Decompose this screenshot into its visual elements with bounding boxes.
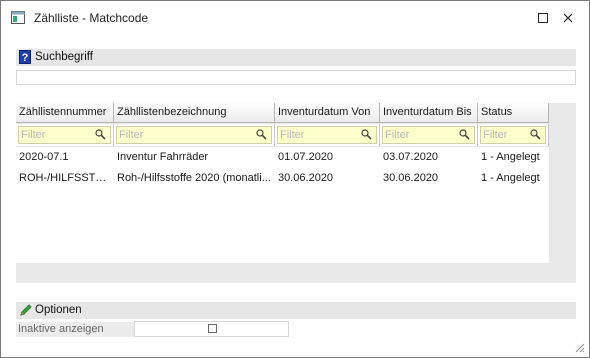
- cell-inventurdatum-von: 30.06.2020: [278, 172, 334, 184]
- cell-inventurdatum-von: 01.07.2020: [278, 151, 334, 163]
- filter-placeholder: Filter: [21, 129, 46, 141]
- filter-cell: Filter: [380, 124, 478, 146]
- cell-zaehllistennummer: 2020-07.1: [19, 151, 69, 163]
- cell-inventurdatum-bis: 30.06.2020: [383, 172, 439, 184]
- inactive-field[interactable]: [134, 321, 289, 337]
- maximize-icon: [538, 13, 548, 23]
- help-icon[interactable]: ?: [19, 50, 31, 64]
- cell-status: 1 - Angelegt: [481, 151, 540, 163]
- search-icon: [361, 129, 372, 140]
- cell-zaehllistenbezeichnung: Inventur Fahrräder: [117, 151, 209, 163]
- options-section-header: Optionen: [16, 302, 576, 319]
- filter-input-status[interactable]: Filter: [480, 126, 546, 144]
- search-icon: [256, 129, 267, 140]
- maximize-button[interactable]: [535, 10, 551, 26]
- matchcode-window: Zählliste - Matchcode ? Suchbegriff Zähl…: [0, 0, 590, 358]
- resize-grip-icon[interactable]: [573, 341, 585, 353]
- filter-cell: Filter: [275, 124, 380, 146]
- filter-cell: Filter: [114, 124, 275, 146]
- cell-zaehllistenbezeichnung: Roh-/Hilfsstoffe 2020 (monatli...: [117, 172, 271, 184]
- column-header-zaehllistenbezeichnung[interactable]: Zähllistenbezeichnung: [114, 103, 275, 123]
- options-section-label: Optionen: [35, 304, 82, 316]
- filter-placeholder: Filter: [280, 129, 305, 141]
- close-icon: [563, 13, 573, 23]
- search-icon: [530, 129, 541, 140]
- column-header-status[interactable]: Status: [478, 103, 549, 123]
- filter-row: Filter Filter Filter Filter Filter: [16, 124, 549, 146]
- search-input[interactable]: [16, 70, 576, 85]
- filter-input-zaehllistennummer[interactable]: Filter: [18, 126, 111, 144]
- search-section-label: Suchbegriff: [35, 51, 93, 63]
- filter-cell: Filter: [478, 124, 549, 146]
- close-button[interactable]: [560, 10, 576, 26]
- column-header-inventurdatum-von[interactable]: Inventurdatum Von: [275, 103, 380, 123]
- search-section-header: ? Suchbegriff: [16, 49, 576, 66]
- filter-input-inventurdatum-bis[interactable]: Filter: [382, 126, 475, 144]
- filter-placeholder: Filter: [483, 129, 508, 141]
- cell-status: 1 - Angelegt: [481, 172, 540, 184]
- search-icon: [459, 129, 470, 140]
- table-row[interactable]: 2020-07.1 Inventur Fahrräder 01.07.2020 …: [16, 147, 549, 168]
- window-icon: [11, 11, 25, 24]
- cell-zaehllistennummer: ROH-/HILFSSTO...: [19, 172, 113, 184]
- inactive-label: Inaktive anzeigen: [16, 322, 134, 337]
- cell-inventurdatum-bis: 03.07.2020: [383, 151, 439, 163]
- title-bar[interactable]: Zählliste - Matchcode: [1, 1, 589, 37]
- grid-header: Zähllistennummer Zähllistenbezeichnung I…: [16, 103, 549, 123]
- column-header-inventurdatum-bis[interactable]: Inventurdatum Bis: [380, 103, 478, 123]
- inactive-checkbox[interactable]: [208, 324, 217, 333]
- filter-input-inventurdatum-von[interactable]: Filter: [277, 126, 377, 144]
- filter-placeholder: Filter: [119, 129, 144, 141]
- grid-body: 2020-07.1 Inventur Fahrräder 01.07.2020 …: [16, 147, 549, 263]
- window-title: Zählliste - Matchcode: [34, 11, 149, 25]
- search-icon: [95, 129, 106, 140]
- table-row[interactable]: ROH-/HILFSSTO... Roh-/Hilfsstoffe 2020 (…: [16, 168, 549, 189]
- filter-placeholder: Filter: [385, 129, 410, 141]
- pencil-icon: [20, 304, 32, 316]
- filter-input-zaehllistenbezeichnung[interactable]: Filter: [116, 126, 272, 144]
- results-grid: Zähllistennummer Zähllistenbezeichnung I…: [16, 103, 576, 283]
- filter-cell: Filter: [16, 124, 114, 146]
- column-header-zaehllistennummer[interactable]: Zähllistennummer: [16, 103, 114, 123]
